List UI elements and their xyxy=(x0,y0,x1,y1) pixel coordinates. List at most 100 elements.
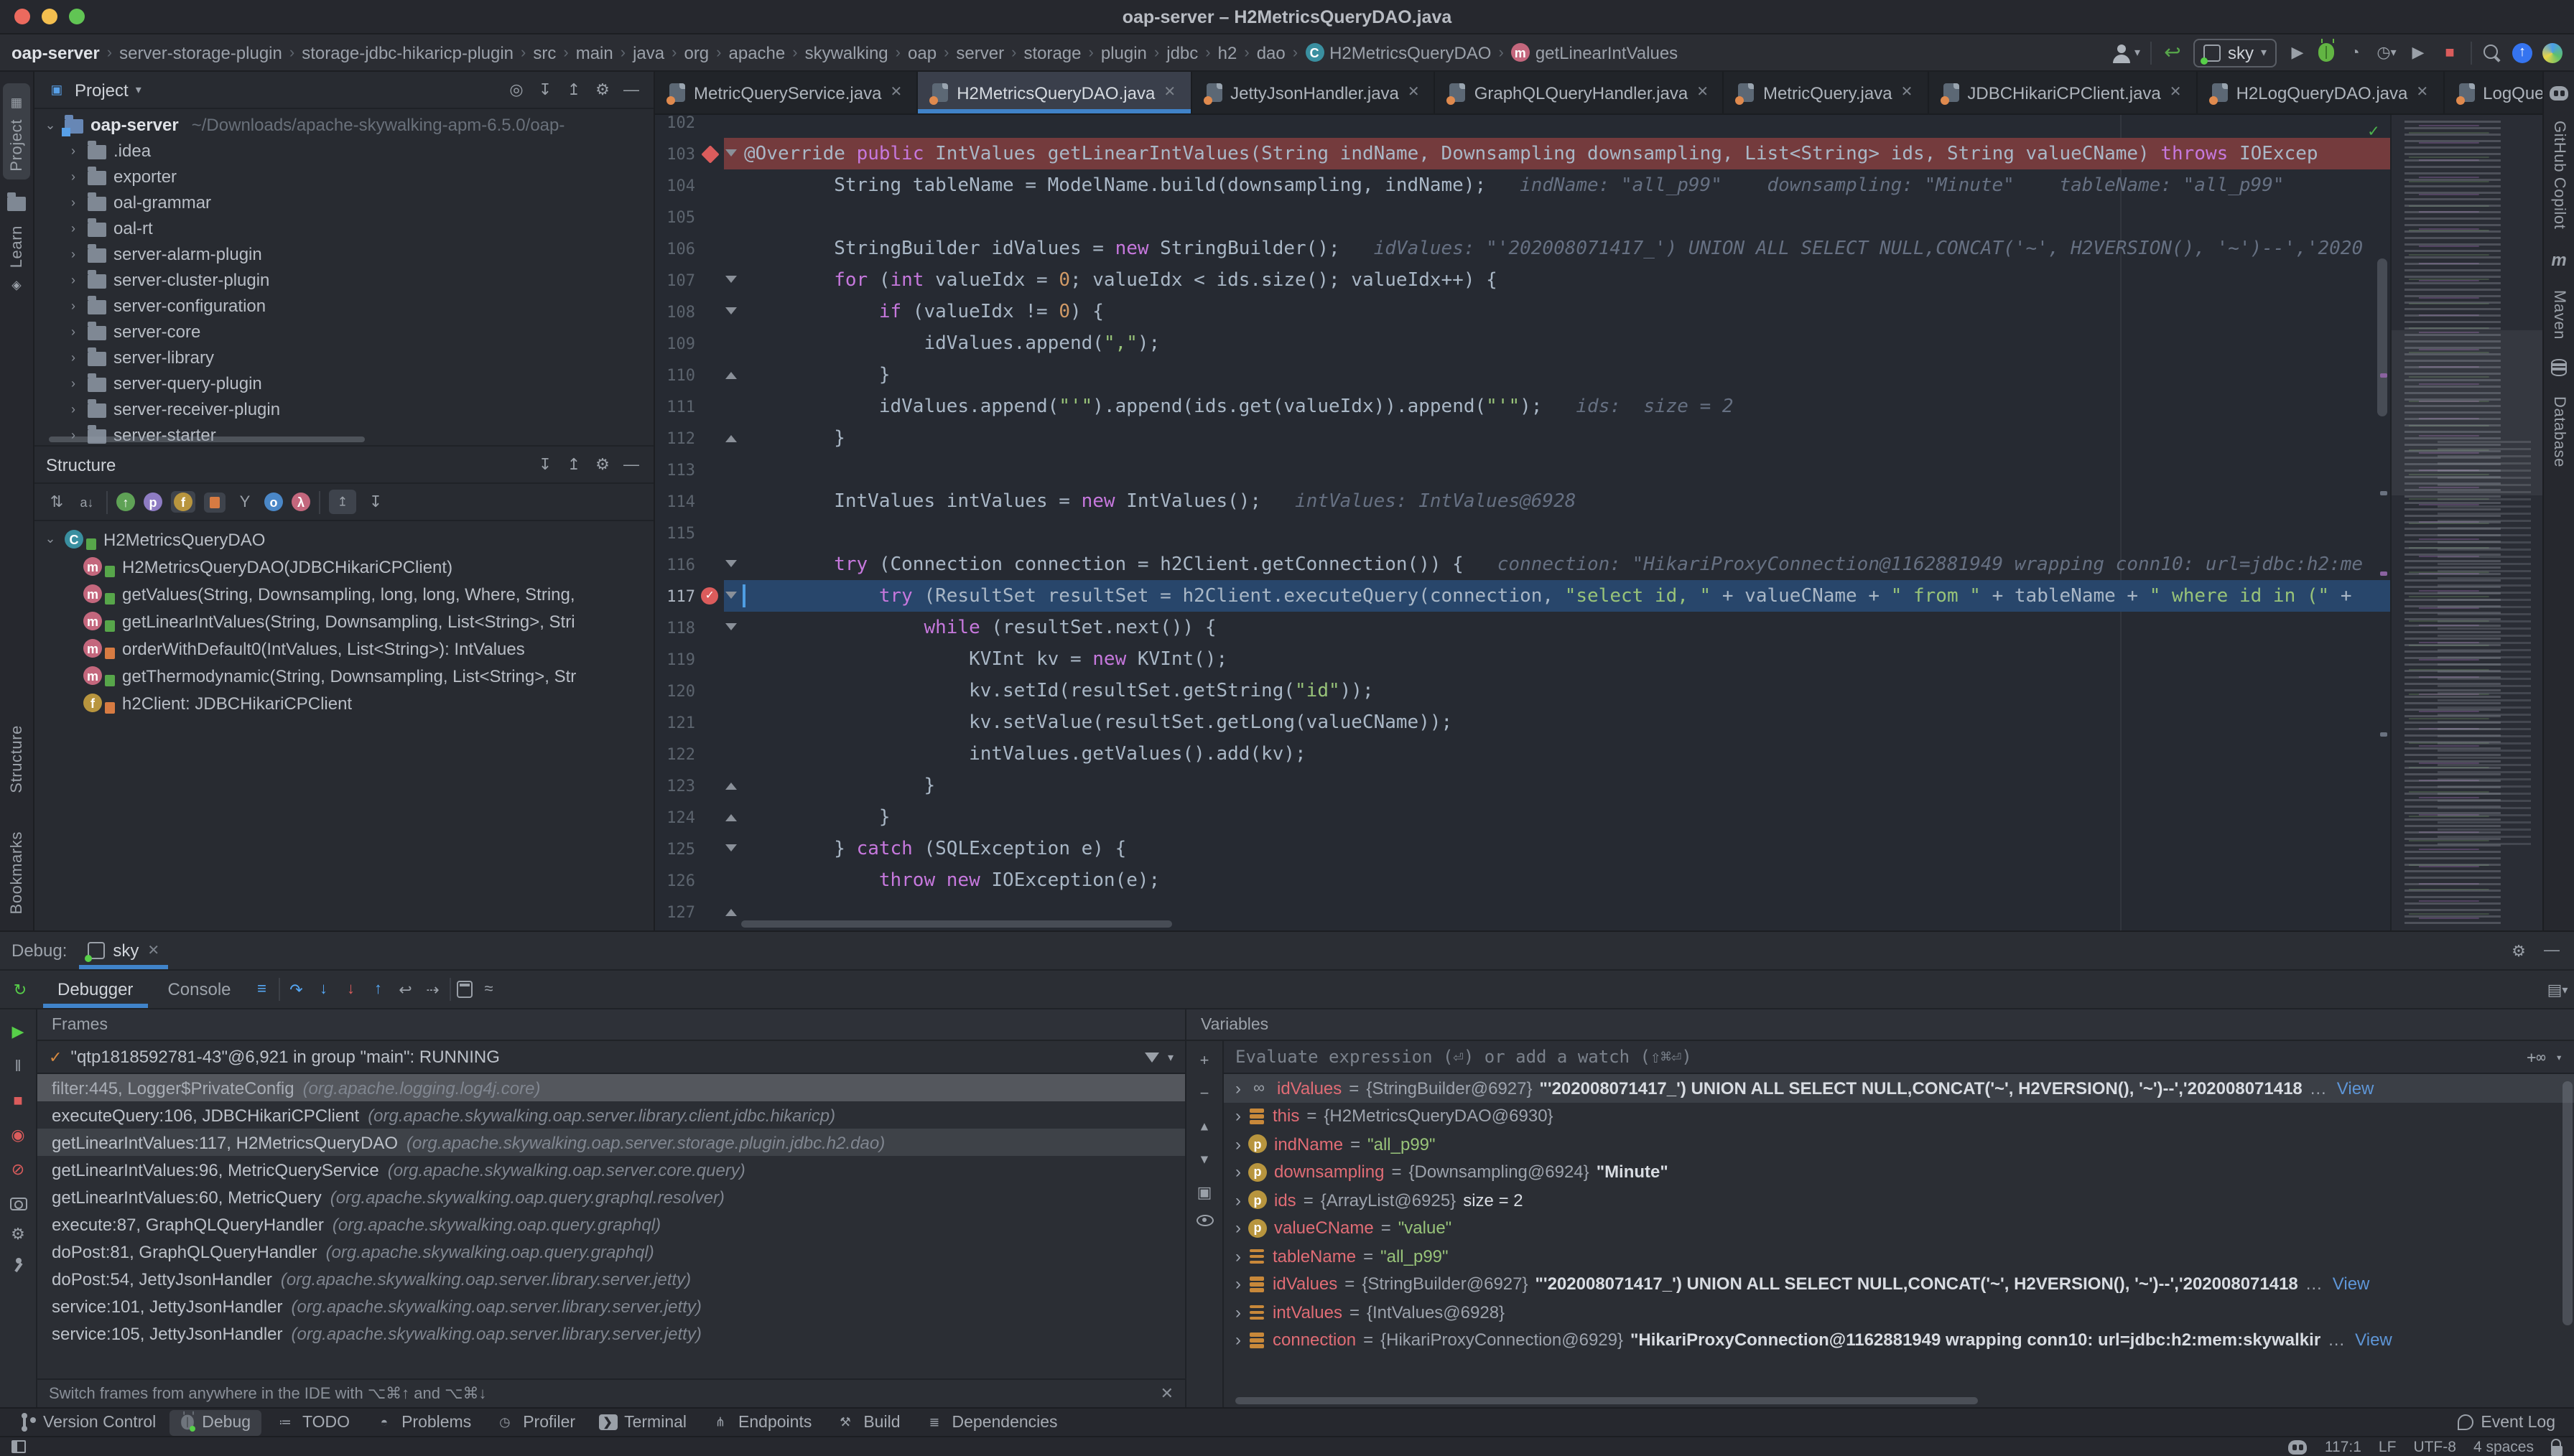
close-tab-icon[interactable]: ✕ xyxy=(2170,85,2182,101)
profiler-button[interactable]: ◷▾ xyxy=(2376,42,2397,63)
code-line[interactable]: 114 IntValues intValues = new IntValues(… xyxy=(655,485,2390,517)
variable-row[interactable]: ›pvalueCName = "value" xyxy=(1224,1214,2574,1242)
fold-down-icon[interactable] xyxy=(725,592,737,599)
chevron-right-icon[interactable]: › xyxy=(1235,1246,1241,1266)
project-tree-item[interactable]: ›oal-rt xyxy=(34,215,654,241)
tool-window-button-endpoints[interactable]: ⋔Endpoints xyxy=(700,1409,822,1435)
duplicate-watch-icon[interactable]: ▣ xyxy=(1194,1182,1215,1203)
fold-down-icon[interactable] xyxy=(725,844,737,851)
tool-window-button-build[interactable]: ⚒Build xyxy=(824,1409,910,1435)
project-view-chevron-icon[interactable]: ▾ xyxy=(136,83,141,96)
view-link[interactable]: View xyxy=(2355,1330,2392,1350)
fold-up-icon[interactable] xyxy=(725,372,737,379)
project-settings-icon[interactable]: ⚙ xyxy=(592,79,613,101)
evaluate-expression-input[interactable]: Evaluate expression (⏎) or add a watch (… xyxy=(1224,1041,2574,1074)
error-stripe-mark[interactable] xyxy=(2380,491,2387,495)
breadcrumb-item[interactable]: server-storage-plugin xyxy=(119,42,282,62)
project-tree-item[interactable]: ›server-query-plugin xyxy=(34,370,654,396)
editor-vertical-scrollbar[interactable] xyxy=(2377,258,2387,416)
breakpoint-icon[interactable] xyxy=(700,144,718,162)
rerun-icon[interactable]: ↻ xyxy=(3,979,37,1000)
ide-update-icon[interactable]: ↑ xyxy=(2512,42,2532,62)
close-tab-icon[interactable]: ✕ xyxy=(1696,85,1709,101)
view-link[interactable]: View xyxy=(2333,1274,2370,1294)
event-log-button[interactable]: Event Log xyxy=(2448,1409,2565,1435)
group-methods-icon[interactable]: Y xyxy=(234,491,256,513)
debug-button[interactable] xyxy=(2318,43,2334,62)
stop-icon[interactable]: ■ xyxy=(7,1090,29,1111)
database-icon[interactable] xyxy=(2551,360,2567,377)
pause-program-icon[interactable]: ‖ xyxy=(7,1055,29,1077)
add-to-watches-icon[interactable]: +∞ xyxy=(2525,1046,2547,1068)
breadcrumb-item[interactable]: h2 xyxy=(1218,42,1237,62)
chevron-right-icon[interactable]: › xyxy=(66,402,80,416)
editor-tab[interactable]: JDBCHikariCPClient.java✕ xyxy=(1928,72,2197,113)
variable-row[interactable]: ›pids = {ArrayList@6925} size = 2 xyxy=(1224,1186,2574,1214)
editor-tab[interactable]: JettyJsonHandler.java✕ xyxy=(1191,72,1436,113)
breadcrumb-item[interactable]: storage xyxy=(1023,42,1081,62)
chevron-down-icon[interactable]: ⌄ xyxy=(43,117,57,133)
code-line[interactable]: 111 idValues.append("'").append(ids.get(… xyxy=(655,391,2390,422)
tool-stripe-database[interactable]: Database xyxy=(2550,397,2568,468)
editor-tab[interactable]: H2LogQueryDAO.java✕ xyxy=(2198,72,2445,113)
move-watch-up-icon[interactable]: ▲ xyxy=(1196,1118,1213,1135)
breadcrumb-item[interactable]: server xyxy=(956,42,1004,62)
error-stripe-mark[interactable] xyxy=(2380,732,2387,737)
stack-frame-row[interactable]: getLinearIntValues:117, H2MetricsQueryDA… xyxy=(37,1129,1185,1156)
close-tab-icon[interactable]: ✕ xyxy=(890,85,902,101)
project-horizontal-scrollbar[interactable] xyxy=(49,437,365,442)
tool-stripe-github-copilot[interactable]: GitHub Copilot xyxy=(2550,121,2568,229)
breadcrumb-item[interactable]: jdbc xyxy=(1166,42,1198,62)
editor-tab[interactable]: MetricQuery.java✕ xyxy=(1724,72,1928,113)
code-line[interactable]: 126 throw new IOException(e); xyxy=(655,864,2390,896)
watch-options-icon[interactable] xyxy=(1196,1215,1213,1226)
pin-tab-icon[interactable] xyxy=(15,1258,21,1264)
breakpoint-verified-icon[interactable]: ✓ xyxy=(701,587,718,605)
mute-breakpoints-icon[interactable]: ⊘ xyxy=(7,1159,29,1180)
stack-frame-row[interactable]: getLinearIntValues:60, MetricQuery(org.a… xyxy=(37,1183,1185,1210)
breadcrumb-item[interactable]: main xyxy=(576,42,613,62)
structure-tree-item[interactable]: mgetThermodynamic(String, Downsampling, … xyxy=(34,662,654,689)
variables-horizontal-scrollbar[interactable] xyxy=(1235,1397,1978,1404)
stack-frame-row[interactable]: getLinearIntValues:96, MetricQueryServic… xyxy=(37,1156,1185,1183)
chevron-right-icon[interactable]: › xyxy=(1235,1106,1241,1126)
chevron-right-icon[interactable]: › xyxy=(1235,1274,1241,1294)
breadcrumb-item[interactable]: src xyxy=(533,42,556,62)
coverage-button[interactable]: ◔ xyxy=(2344,42,2366,63)
trace-settings-icon[interactable]: ≈ xyxy=(478,979,500,1000)
project-tree-item[interactable]: ›.idea xyxy=(34,138,654,164)
read-only-toggle-icon[interactable] xyxy=(2551,1445,2563,1455)
frames-filter-icon[interactable] xyxy=(1145,1052,1159,1062)
show-properties-icon[interactable]: p xyxy=(144,493,162,511)
chevron-right-icon[interactable]: › xyxy=(1235,1078,1241,1098)
structure-tree-item[interactable]: morderWithDefault0(IntValues, List<Strin… xyxy=(34,635,654,662)
tab-debugger[interactable]: Debugger xyxy=(43,971,147,1008)
code-minimap[interactable] xyxy=(2390,115,2542,930)
close-tab-icon[interactable]: ✕ xyxy=(1163,85,1176,101)
tool-window-toggle-icon[interactable] xyxy=(11,1440,26,1453)
sort-by-visibility-icon[interactable]: ⇅ xyxy=(46,491,68,513)
code-editor[interactable]: 102103@Override public IntValues getLine… xyxy=(655,115,2390,930)
search-everywhere-icon[interactable] xyxy=(2482,42,2502,62)
code-line[interactable]: 120 kv.setId(resultSet.getString("id")); xyxy=(655,675,2390,706)
attach-button[interactable]: ▶ xyxy=(2407,42,2429,63)
expand-all-icon[interactable]: ↧ xyxy=(534,79,556,101)
tool-stripe-structure[interactable]: Structure xyxy=(8,725,25,798)
code-line[interactable]: 124 } xyxy=(655,801,2390,833)
tool-stripe-maven[interactable]: Maven xyxy=(2550,289,2568,339)
breadcrumb-item[interactable]: oap xyxy=(908,42,937,62)
code-line[interactable]: 119 KVInt kv = new KVInt(); xyxy=(655,643,2390,675)
editor-tab[interactable]: GraphQLQueryHandler.java✕ xyxy=(1436,72,1724,113)
code-line[interactable]: 115 xyxy=(655,517,2390,549)
user-avatar-icon[interactable]: ▾ xyxy=(2111,42,2140,62)
hide-panel-icon[interactable]: — xyxy=(621,79,642,101)
chevron-right-icon[interactable]: › xyxy=(66,221,80,235)
drop-frame-icon[interactable]: ↩ xyxy=(395,979,417,1000)
collapse-all-icon[interactable]: ↥ xyxy=(563,79,585,101)
stack-frame-row[interactable]: doPost:54, JettyJsonHandler(org.apache.s… xyxy=(37,1265,1185,1292)
code-line[interactable]: 108 if (valueIdx != 0) { xyxy=(655,296,2390,327)
variable-row[interactable]: ›pdownsampling = {Downsampling@6924} "Mi… xyxy=(1224,1158,2574,1186)
variable-row[interactable]: ›intValues = {IntValues@6928} xyxy=(1224,1298,2574,1326)
close-tab-icon[interactable]: ✕ xyxy=(2416,85,2428,101)
code-line[interactable]: 107 for (int valueIdx = 0; valueIdx < id… xyxy=(655,264,2390,296)
